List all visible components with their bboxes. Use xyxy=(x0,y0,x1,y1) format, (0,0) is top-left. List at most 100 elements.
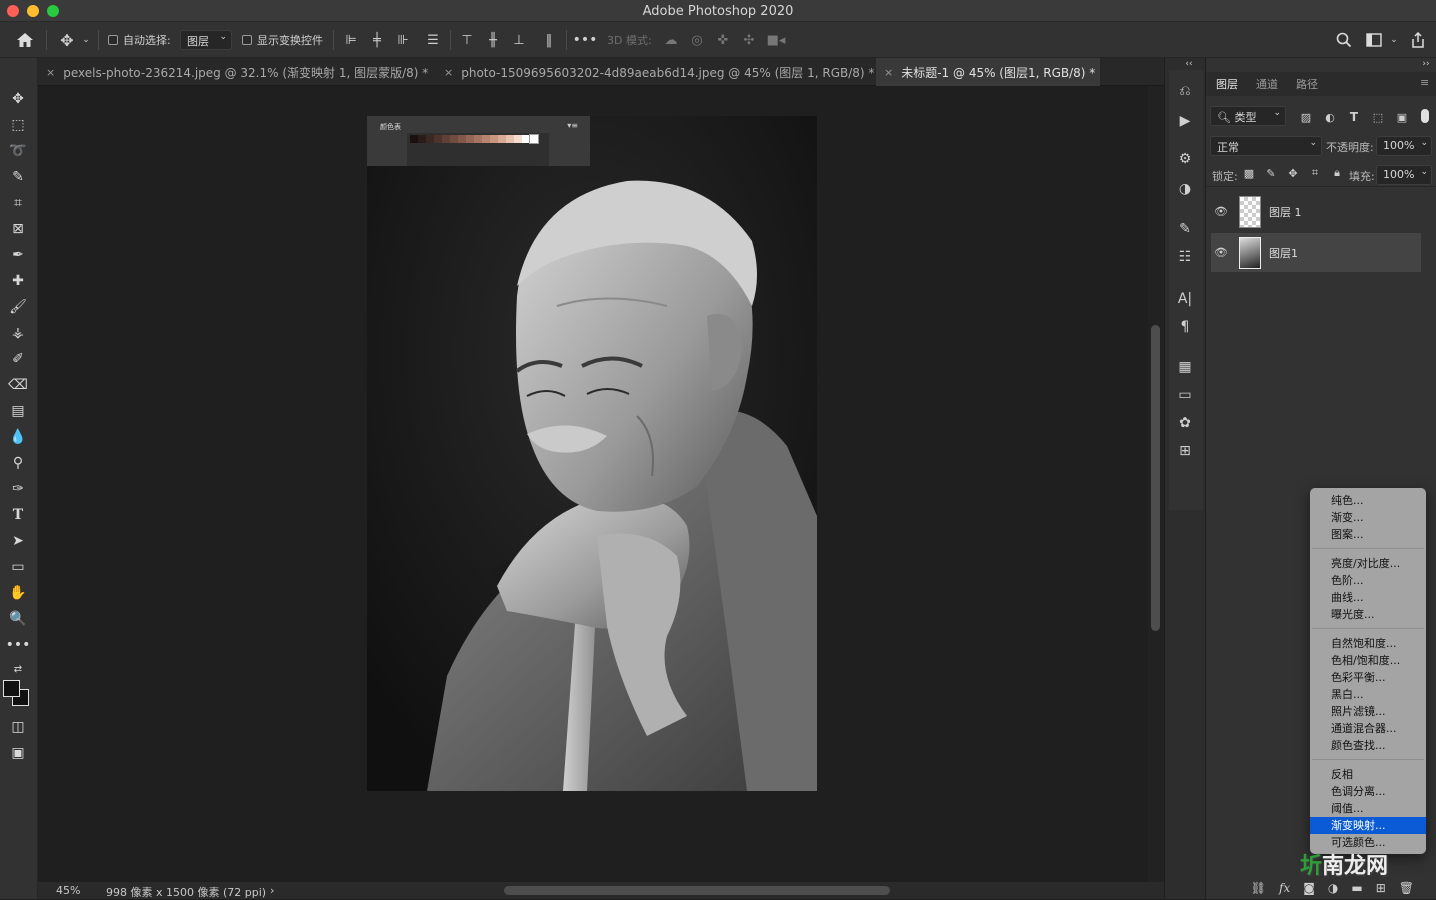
canvas-area[interactable]: 颜色表 ▾≡ xyxy=(38,86,1148,882)
close-icon[interactable]: × xyxy=(444,66,453,79)
move-tool-icon[interactable]: ✥ xyxy=(5,88,31,110)
menu-item[interactable]: 曲线... xyxy=(1310,589,1426,606)
hand-tool-icon[interactable]: ✋ xyxy=(5,582,31,604)
menu-item[interactable]: 色相/饱和度... xyxy=(1310,652,1426,669)
menu-item[interactable]: 色调分离... xyxy=(1310,783,1426,800)
lock-all-icon[interactable]: 🔒︎ xyxy=(1330,166,1344,180)
foreground-color-swatch-top[interactable] xyxy=(3,680,20,697)
pen-tool-icon[interactable]: ✑ xyxy=(5,478,31,500)
collapse-icon[interactable]: ›› xyxy=(1420,58,1432,70)
filter-type-icon[interactable]: T xyxy=(1346,110,1362,124)
menu-item-selected[interactable]: 渐变映射... xyxy=(1310,817,1426,834)
color-swatch[interactable] xyxy=(418,135,426,143)
blend-mode-dropdown[interactable]: 正常 ⌄ xyxy=(1210,136,1322,156)
color-swatch[interactable] xyxy=(442,135,450,143)
color-swatch[interactable] xyxy=(490,135,498,143)
horizontal-scrollbar[interactable] xyxy=(504,886,890,895)
menu-item[interactable]: 亮度/对比度... xyxy=(1310,555,1426,572)
character-icon[interactable]: A| xyxy=(1173,288,1197,310)
lock-artboard-icon[interactable]: ⌗ xyxy=(1308,166,1322,180)
menu-item[interactable]: 图案... xyxy=(1310,526,1426,543)
new-layer-icon[interactable]: ⊞ xyxy=(1376,881,1386,895)
patterns-icon[interactable]: ✿ xyxy=(1173,412,1197,434)
filter-adjustment-icon[interactable]: ◐ xyxy=(1322,110,1338,124)
dodge-tool-icon[interactable]: ⚲ xyxy=(5,452,31,474)
color-swatch[interactable] xyxy=(426,135,434,143)
auto-select-checkbox[interactable]: 自动选择: xyxy=(108,22,171,58)
distribute-icon[interactable]: ☰ xyxy=(424,31,442,49)
history-icon[interactable]: ⎌ xyxy=(1173,80,1197,102)
menu-item[interactable]: 颜色查找... xyxy=(1310,737,1426,754)
stamp-tool-icon[interactable]: ⚶ xyxy=(5,322,31,344)
brush-presets-icon[interactable]: ☷ xyxy=(1173,246,1197,268)
new-group-icon[interactable]: ▬ xyxy=(1351,881,1362,895)
align-left-icon[interactable]: ⊫ xyxy=(342,31,360,49)
menu-item[interactable]: 反相 xyxy=(1310,766,1426,783)
3d-scale-icon[interactable]: ■◂ xyxy=(766,31,786,49)
lasso-tool-icon[interactable]: ➰ xyxy=(5,140,31,162)
menu-item[interactable]: 通道混合器... xyxy=(1310,720,1426,737)
opacity-field[interactable]: 100% ⌄ xyxy=(1376,136,1432,156)
fill-field[interactable]: 100% ⌄ xyxy=(1376,165,1432,185)
swap-colors-icon[interactable]: ⇄ xyxy=(5,658,31,680)
add-mask-icon[interactable]: ◙ xyxy=(1303,881,1315,895)
3d-slide-icon[interactable]: ✣ xyxy=(740,31,758,49)
align-center-icon[interactable]: ╪ xyxy=(368,31,386,49)
lock-transparent-icon[interactable]: ▩ xyxy=(1242,166,1256,180)
tab-paths[interactable]: 路径 xyxy=(1296,76,1318,92)
document-tab-1[interactable]: × pexels-photo-236214.jpeg @ 32.1% (渐变映射… xyxy=(38,58,436,86)
document-tab-2[interactable]: × photo-1509695603202-4d89aeab6d14.jpeg … xyxy=(436,58,876,86)
color-swatch[interactable] xyxy=(482,135,490,143)
quick-select-tool-icon[interactable]: ✎ xyxy=(5,166,31,188)
color-swatch[interactable] xyxy=(514,135,522,143)
close-icon[interactable]: × xyxy=(46,66,55,79)
vertical-scrollbar[interactable] xyxy=(1151,325,1160,631)
panel-menu-icon[interactable]: ≡ xyxy=(1420,76,1429,89)
filter-shape-icon[interactable]: ⬚ xyxy=(1370,110,1386,124)
eraser-tool-icon[interactable]: ⌫ xyxy=(5,374,31,396)
link-layers-icon[interactable]: ⛓ xyxy=(1251,881,1266,895)
color-swatch[interactable] xyxy=(410,135,418,143)
brush-settings-icon[interactable]: ✎ xyxy=(1173,218,1197,240)
eyedropper-tool-icon[interactable]: ✒ xyxy=(5,244,31,266)
screen-mode-icon[interactable]: ▣ xyxy=(5,742,31,764)
menu-item[interactable]: 黑白... xyxy=(1310,686,1426,703)
menu-item[interactable]: 自然饱和度... xyxy=(1310,635,1426,652)
align-right-icon[interactable]: ⊪ xyxy=(394,31,412,49)
search-icon[interactable] xyxy=(1334,30,1354,50)
3d-roll-icon[interactable]: ◎ xyxy=(688,31,706,49)
more-options-icon[interactable]: ••• xyxy=(573,31,598,49)
3d-pan-icon[interactable]: ✜ xyxy=(714,31,732,49)
paragraph-icon[interactable]: ¶ xyxy=(1173,316,1197,338)
color-swatch[interactable] xyxy=(466,135,474,143)
actions-play-icon[interactable]: ▶ xyxy=(1173,110,1197,132)
marquee-tool-icon[interactable]: ⬚ xyxy=(5,114,31,136)
more-tools-icon[interactable]: ••• xyxy=(5,634,31,656)
zoom-level[interactable]: 45% xyxy=(56,884,80,897)
path-select-tool-icon[interactable]: ➤ xyxy=(5,530,31,552)
brush-tool-icon[interactable]: 🖌 xyxy=(5,296,31,318)
lock-image-icon[interactable]: ✎ xyxy=(1264,166,1278,180)
panel-menu-icon[interactable]: ▾≡ xyxy=(567,121,578,130)
libraries-icon[interactable]: ⊞ xyxy=(1173,440,1197,462)
swatch-strip[interactable] xyxy=(410,134,539,144)
gradient-tool-icon[interactable]: ▤ xyxy=(5,400,31,422)
filter-pixel-icon[interactable]: ▨ xyxy=(1298,110,1314,124)
layer-name[interactable]: 图层 1 xyxy=(1269,204,1302,220)
eye-icon[interactable]: 👁︎ xyxy=(1211,205,1231,218)
menu-item[interactable]: 阈值... xyxy=(1310,800,1426,817)
color-swatch[interactable] xyxy=(434,135,442,143)
swatches-icon[interactable]: ▦ xyxy=(1173,356,1197,378)
menu-item[interactable]: 曝光度... xyxy=(1310,606,1426,623)
zoom-tool-icon[interactable]: 🔍 xyxy=(5,608,31,630)
tab-channels[interactable]: 通道 xyxy=(1256,76,1278,92)
history-brush-tool-icon[interactable]: ✐ xyxy=(5,348,31,370)
status-menu-arrow[interactable]: › xyxy=(270,884,274,897)
layer-row[interactable]: 👁︎ 图层1 xyxy=(1211,233,1421,272)
align-top-icon[interactable]: ⊤ xyxy=(458,31,476,49)
document-tab-3[interactable]: × 未标题-1 @ 45% (图层1, RGB/8) * xyxy=(876,58,1100,86)
type-tool-icon[interactable]: T xyxy=(5,504,31,526)
collapse-icon[interactable]: ‹‹ xyxy=(1183,58,1195,70)
chevron-down-icon[interactable]: ⌄ xyxy=(80,30,92,50)
chevron-down-icon[interactable]: ⌄ xyxy=(1388,30,1400,50)
